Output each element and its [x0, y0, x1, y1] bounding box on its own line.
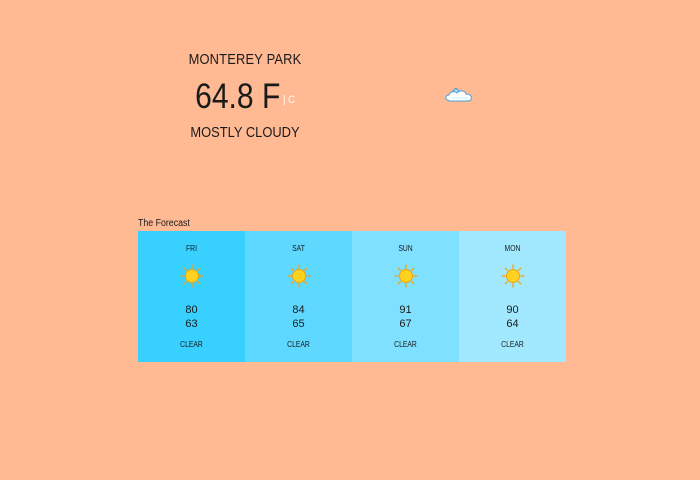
high-temperature: 84: [292, 304, 305, 316]
low-temperature: 65: [292, 318, 305, 330]
day-condition: CLEAR: [287, 340, 310, 349]
day-name: MON: [504, 244, 521, 253]
partly-cloudy-icon: [444, 82, 474, 106]
high-temperature: 91: [399, 304, 412, 316]
day-condition: CLEAR: [180, 340, 203, 349]
sun-icon: [394, 264, 418, 288]
high-temperature: 80: [185, 304, 198, 316]
day-condition: CLEAR: [394, 340, 417, 349]
current-weather: MONTEREY PARK 64.8 F | C MOSTLY CLOUDY: [175, 50, 315, 143]
high-temperature: 90: [506, 304, 519, 316]
day-name: FRI: [186, 244, 197, 253]
current-condition: MOSTLY CLOUDY: [190, 124, 300, 141]
city-name: MONTEREY PARK: [188, 51, 302, 68]
forecast-day-sat: SAT 84 65 CLEAR: [245, 231, 352, 362]
unit-toggle[interactable]: | C: [283, 94, 295, 106]
temperature-row: 64.8 F | C: [185, 74, 305, 120]
low-temperature: 64: [506, 318, 519, 330]
forecast-panel: FRI 80 63 CLEAR SAT 84 65 CLEAR SUN 91 6…: [138, 231, 566, 362]
sun-icon: [501, 264, 525, 288]
sun-icon: [180, 264, 204, 288]
forecast-day-fri: FRI 80 63 CLEAR: [138, 231, 245, 362]
day-name: SUN: [398, 244, 413, 253]
current-temperature: 64.8 F: [195, 77, 281, 116]
day-name: SAT: [292, 244, 305, 253]
forecast-day-mon: MON 90 64 CLEAR: [459, 231, 566, 362]
forecast-label: The Forecast: [138, 218, 190, 229]
day-condition: CLEAR: [501, 340, 524, 349]
low-temperature: 67: [399, 318, 412, 330]
sun-icon: [287, 264, 311, 288]
forecast-day-sun: SUN 91 67 CLEAR: [352, 231, 459, 362]
low-temperature: 63: [185, 318, 198, 330]
